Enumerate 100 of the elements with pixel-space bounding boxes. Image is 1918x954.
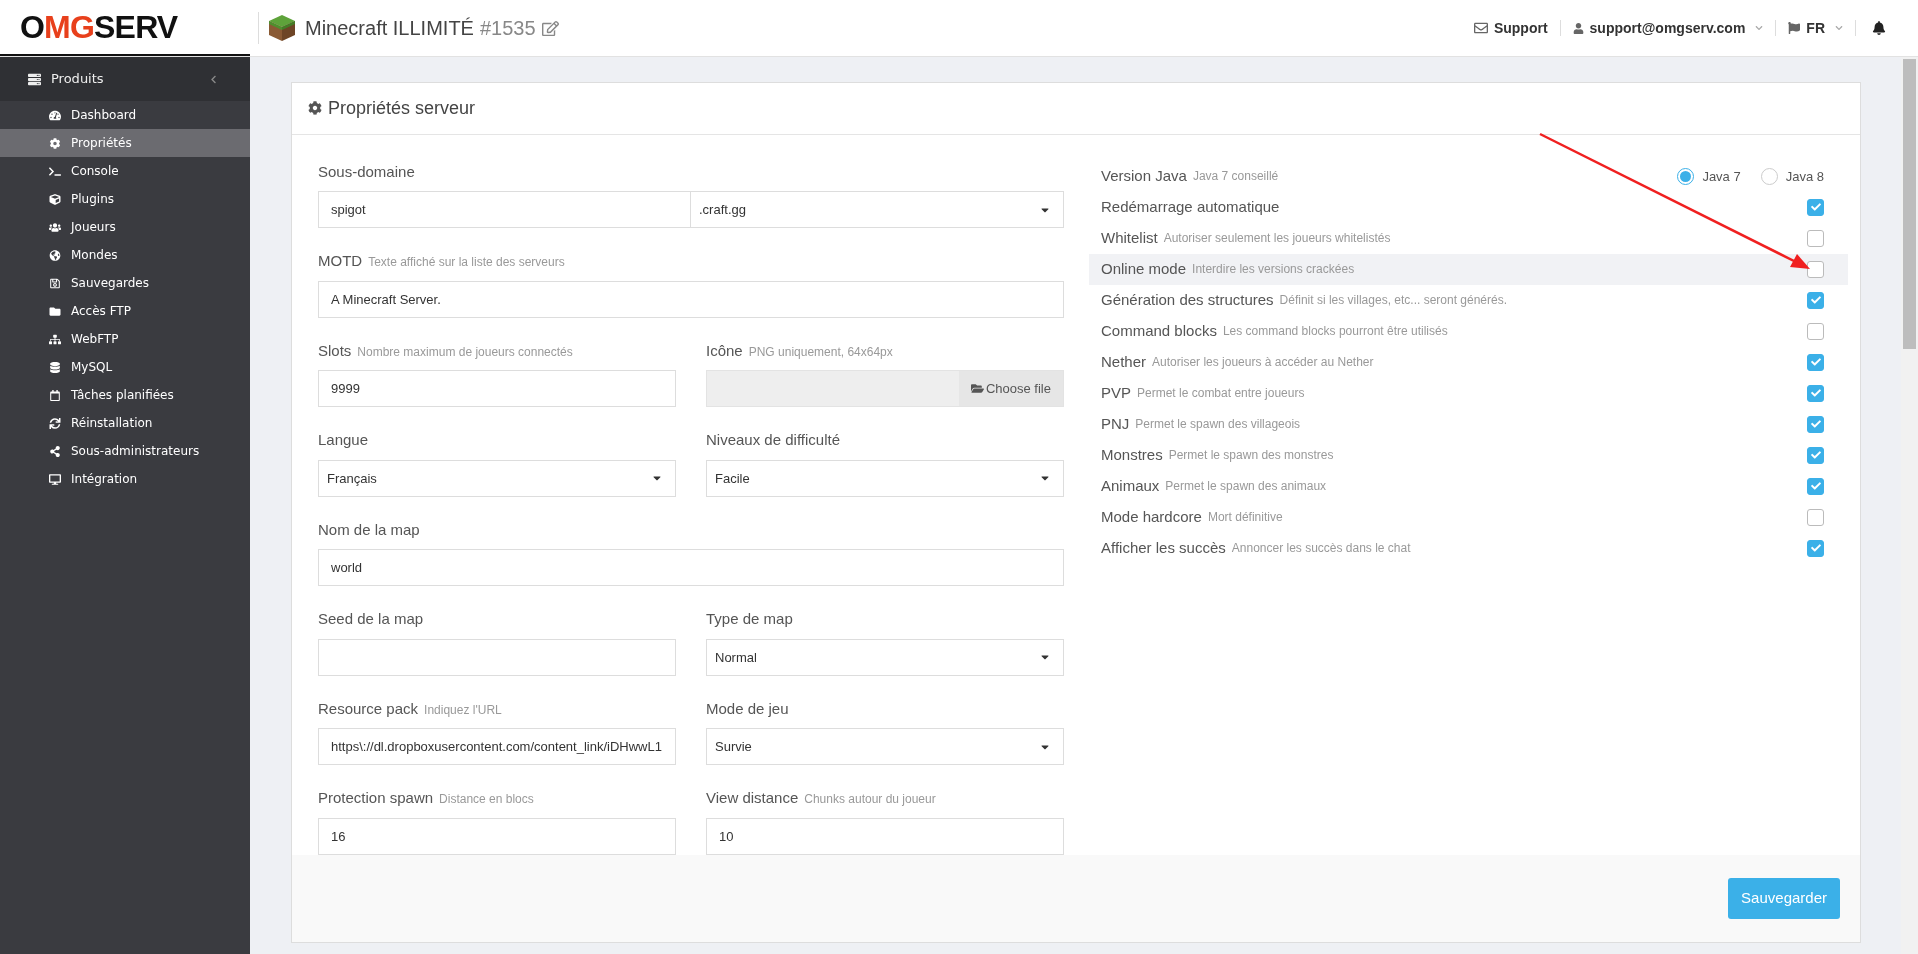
input-field[interactable]: A Minecraft Server.: [318, 280, 1064, 318]
support-link[interactable]: Support: [1461, 17, 1560, 39]
select-field[interactable]: Survie: [706, 728, 1064, 766]
select-field[interactable]: Normal: [706, 638, 1064, 676]
option-label: Animaux: [1101, 476, 1160, 497]
java-radio[interactable]: Java 8: [1760, 166, 1824, 187]
folder-icon: [970, 382, 984, 396]
checkbox[interactable]: [1807, 477, 1824, 495]
sidebar-item[interactable]: WebFTP: [0, 325, 250, 353]
check-icon: [1810, 202, 1821, 213]
sidebar-item[interactable]: Sous-administrateurs: [0, 437, 250, 465]
select-field[interactable]: Facile: [706, 459, 1064, 497]
menu-item-icon: [49, 417, 61, 429]
checkbox[interactable]: [1807, 229, 1824, 247]
field-label: MOTD: [318, 251, 363, 272]
option-label: Nether: [1101, 352, 1147, 373]
checkbox[interactable]: [1807, 291, 1824, 309]
input-field[interactable]: spigot: [318, 191, 691, 229]
choose-file-button[interactable]: Choose file: [958, 371, 1063, 407]
option-hint: Les command blocks pourront être utilisés: [1222, 323, 1448, 341]
input-field[interactable]: [318, 638, 676, 676]
sidebar-item[interactable]: Joueurs: [0, 213, 250, 241]
check-icon: [1810, 295, 1821, 306]
input-field[interactable]: world: [318, 549, 1064, 587]
sidebar-item[interactable]: Dashboard: [0, 101, 250, 129]
checkbox[interactable]: [1807, 198, 1824, 216]
field-label: Mode de jeu: [706, 698, 789, 719]
check-icon: [1810, 450, 1821, 461]
checkbox[interactable]: [1807, 260, 1824, 278]
option-hint: Mort définitive: [1207, 509, 1283, 527]
sidebar-item[interactable]: Tâches planifiées: [0, 381, 250, 409]
option-label: PVP: [1101, 383, 1131, 404]
input-field[interactable]: 16: [318, 817, 676, 855]
sidebar-item[interactable]: Accès FTP: [0, 297, 250, 325]
java-radio[interactable]: Java 7: [1677, 166, 1741, 187]
option-label: Monstres: [1101, 445, 1163, 466]
input-field[interactable]: https\://dl.dropboxusercontent.com/content_link/iDHwwL1: [318, 728, 676, 766]
option-hint: Permet le spawn des villageois: [1135, 416, 1301, 434]
menu-item-icon: [49, 277, 61, 289]
select-field[interactable]: .craft.gg: [691, 191, 1064, 229]
option-hint: Autoriser les joueurs à accéder au Nether: [1152, 354, 1374, 372]
field-label: Nom de la map: [318, 519, 420, 540]
option-hint: Permet le spawn des monstres: [1168, 447, 1334, 465]
edit-icon[interactable]: [541, 19, 559, 37]
sidebar-item[interactable]: Intégration: [0, 465, 250, 493]
menu-item-icon: [49, 193, 61, 205]
field-label: Slots: [318, 340, 352, 361]
sidebar-item[interactable]: MySQL: [0, 353, 250, 381]
notifications-icon[interactable]: [1872, 21, 1886, 35]
checkbox[interactable]: [1807, 539, 1824, 557]
language-menu[interactable]: FR: [1776, 17, 1855, 39]
menu-item-icon: [49, 109, 61, 121]
server-icon: [28, 72, 41, 86]
field-label: Type de map: [706, 609, 793, 630]
field-hint: Nombre maximum de joueurs connectés: [357, 343, 573, 361]
option-hint: Annoncer les succès dans le chat: [1231, 540, 1411, 558]
field-label: Resource pack: [318, 698, 419, 719]
products-menu[interactable]: Produits: [28, 69, 104, 89]
option-hint: Autoriser seulement les joueurs whitelistés: [1163, 230, 1391, 248]
input-field[interactable]: 10: [706, 817, 1064, 855]
sidebar-item[interactable]: Sauvegardes: [0, 269, 250, 297]
collapse-icon[interactable]: [209, 74, 218, 84]
select-field[interactable]: Français: [318, 459, 676, 497]
menu-item-icon: [49, 221, 61, 233]
sidebar-item[interactable]: Console: [0, 157, 250, 185]
sidebar-item[interactable]: Réinstallation: [0, 409, 250, 437]
checkbox[interactable]: [1807, 353, 1824, 371]
chevron-icon: [1835, 24, 1843, 32]
sidebar-item[interactable]: Mondes: [0, 241, 250, 269]
checkbox[interactable]: [1807, 415, 1824, 433]
sidebar-item[interactable]: Plugins: [0, 185, 250, 213]
menu-item-icon: [49, 249, 61, 261]
option-label: Mode hardcore: [1101, 507, 1202, 528]
panel-title: Propriétés serveur: [328, 96, 476, 120]
field-hint: PNG uniquement, 64x64px: [748, 343, 893, 361]
check-icon: [1810, 543, 1821, 554]
checkbox[interactable]: [1807, 384, 1824, 402]
flag-icon: [1788, 22, 1801, 34]
sidebar-item[interactable]: Propriétés: [0, 129, 250, 157]
option-hint: Java 7 conseillé: [1192, 168, 1279, 186]
input-field[interactable]: 9999: [318, 370, 676, 408]
checkbox[interactable]: [1807, 446, 1824, 464]
checkbox[interactable]: [1807, 508, 1824, 526]
field-label: Protection spawn: [318, 788, 434, 809]
option-hint: Permet le spawn des animaux: [1165, 478, 1327, 496]
option-label: PNJ: [1101, 414, 1130, 435]
menu-item-icon: [49, 389, 61, 401]
menu-item-icon: [49, 305, 61, 317]
option-label: Command blocks: [1101, 321, 1217, 342]
envelope-icon: [1473, 21, 1488, 35]
check-icon: [1810, 388, 1821, 399]
omgserv-logo[interactable]: OMGSERV: [20, 3, 178, 51]
field-label: Niveaux de difficulté: [706, 430, 840, 451]
settings-icon: [308, 101, 322, 116]
menu-item-icon: [49, 137, 61, 149]
field-label: Sous-domaine: [318, 161, 415, 182]
option-label: Génération des structures: [1101, 290, 1274, 311]
server-name: Minecraft ILLIMITÉ: [305, 16, 474, 41]
account-menu[interactable]: support@omgserv.com: [1560, 17, 1776, 39]
checkbox[interactable]: [1807, 322, 1824, 340]
